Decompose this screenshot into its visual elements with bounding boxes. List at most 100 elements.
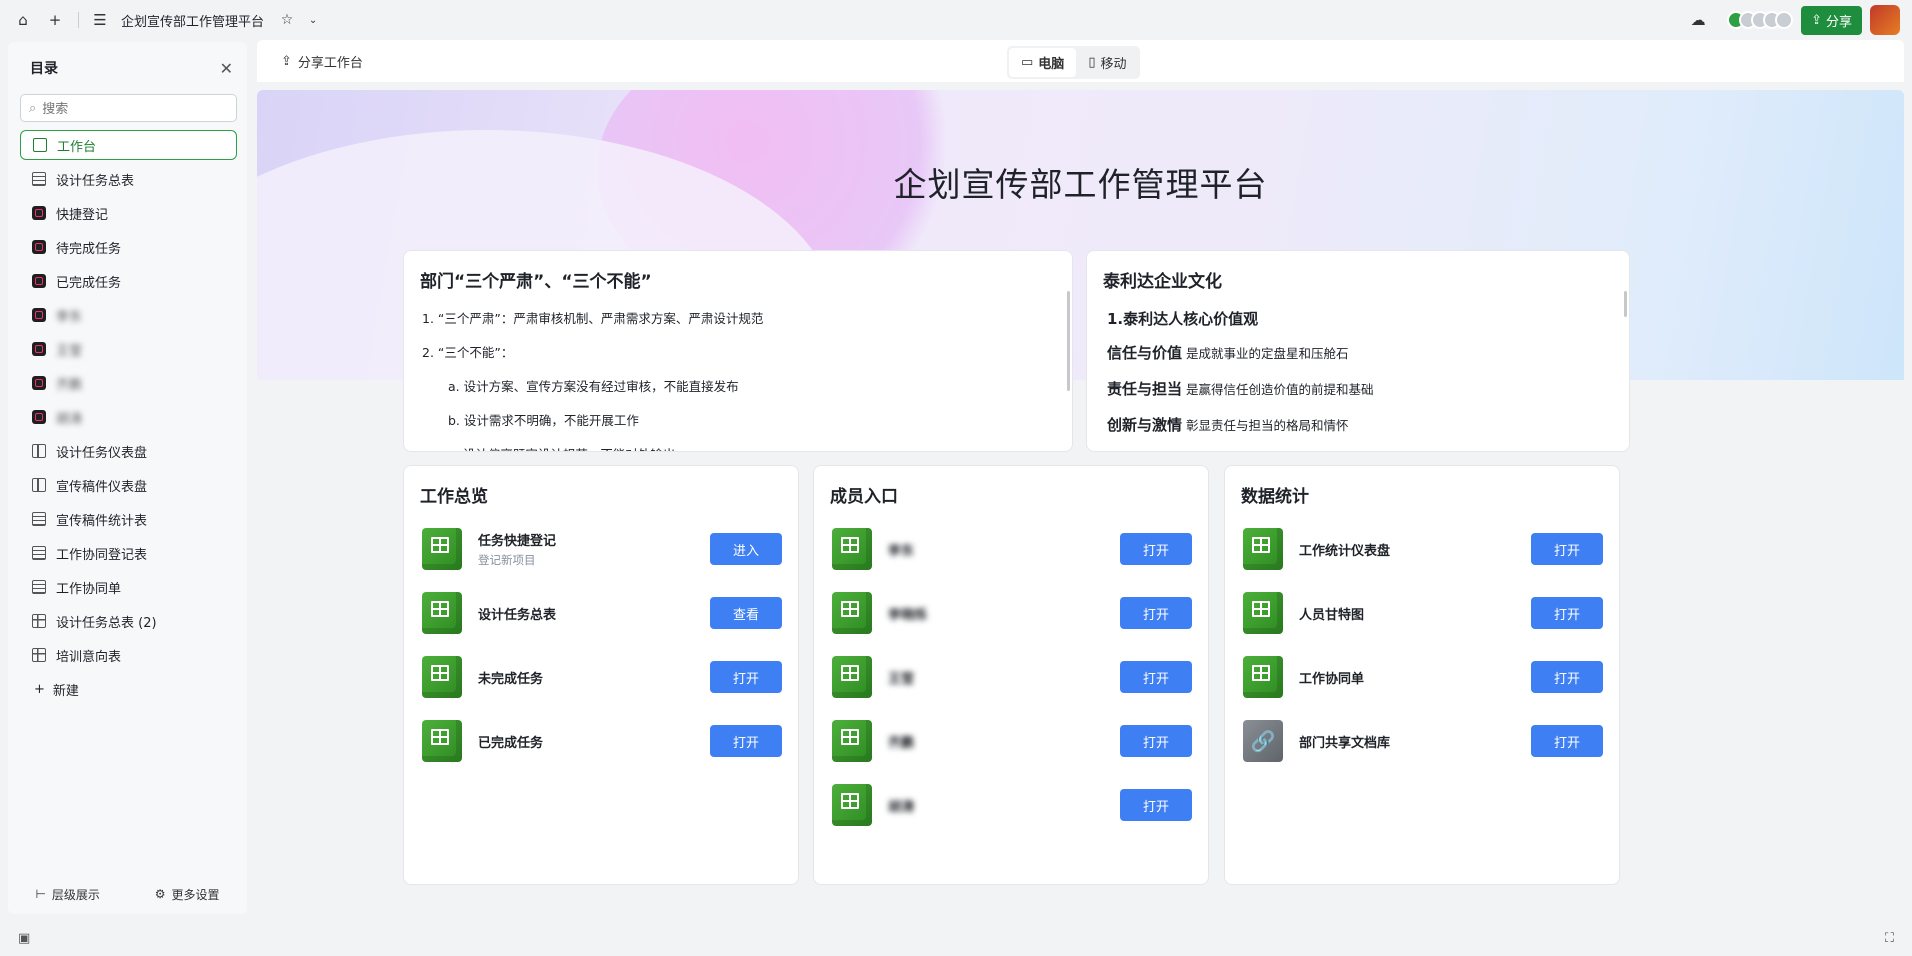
spreadsheet-icon: [832, 592, 872, 634]
entry-text: 李东: [888, 540, 1120, 559]
sidebar-item-label: 李东: [56, 309, 83, 325]
new-button[interactable]: + 新建: [8, 672, 247, 706]
user-avatar[interactable]: [1870, 5, 1900, 35]
open-button[interactable]: 打开: [1531, 725, 1603, 757]
form-icon: [32, 308, 46, 322]
open-button[interactable]: 打开: [1120, 533, 1192, 565]
open-button[interactable]: 打开: [1531, 661, 1603, 693]
spreadsheet-icon: [832, 656, 872, 698]
sidebar-item[interactable]: 齐鹏: [20, 366, 237, 400]
culture-body: 1.泰利达人核心价值观 信任与价值 是成就事业的定盘星和压舱石 责任与担当 是赢得信任…: [1087, 302, 1629, 451]
sidebar-item[interactable]: 快捷登记: [20, 196, 237, 230]
divider: [78, 12, 79, 28]
share-icon: ⇪: [281, 53, 292, 69]
open-button[interactable]: 打开: [1531, 597, 1603, 629]
open-button[interactable]: 打开: [1120, 661, 1192, 693]
spreadsheet-icon: [1243, 656, 1283, 698]
search-input[interactable]: [42, 100, 203, 116]
sidebar-item[interactable]: 李东: [20, 298, 237, 332]
open-button[interactable]: 打开: [1531, 533, 1603, 565]
mobile-view-button[interactable]: ▯ 移动: [1076, 48, 1138, 77]
search-box[interactable]: ⌕: [20, 94, 237, 122]
document-title[interactable]: 企划宣传部工作管理平台: [121, 11, 264, 30]
share-button[interactable]: ⇪ 分享: [1801, 5, 1862, 35]
fullscreen-icon[interactable]: ⛶: [1885, 931, 1894, 946]
sidebar-item[interactable]: 设计任务总表: [20, 162, 237, 196]
sidebar-item[interactable]: 设计任务总表 (2): [20, 604, 237, 638]
entry-row: 未完成任务 打开: [404, 645, 798, 709]
dashboard-icon: [32, 444, 46, 458]
home-icon[interactable]: ⌂: [12, 9, 34, 31]
sidebar-item[interactable]: 宣传稿件仪表盘: [20, 468, 237, 502]
hierarchy-button[interactable]: ⊢ 层级展示: [35, 886, 99, 903]
sidebar-title: 目录: [30, 61, 58, 77]
culture-key: 信任与价值: [1107, 344, 1183, 362]
sidebar: 目录 ✕ ⌕ 工作台设计任务总表快捷登记待完成任务已完成任务李东王莹齐鹏胡涛设计…: [8, 42, 247, 914]
close-icon[interactable]: ✕: [220, 59, 233, 78]
entry-label: 胡涛: [888, 799, 915, 815]
sheet-icon: [32, 172, 46, 186]
table-icon: [32, 614, 46, 628]
entry-row: 工作统计仪表盘 打开: [1225, 517, 1619, 581]
sidebar-item-label: 快捷登记: [56, 207, 109, 223]
entry-label: 设计任务总表: [478, 607, 557, 623]
cloud-icon[interactable]: ☁: [1687, 9, 1709, 31]
plus-icon[interactable]: +: [44, 9, 66, 31]
spreadsheet-icon: [1243, 528, 1283, 570]
notice-title: 部门“三个严肃”、“三个不能”: [420, 272, 652, 292]
sidebar-item[interactable]: 胡涛: [20, 400, 237, 434]
scrollbar[interactable]: [1067, 291, 1070, 391]
sidebar-item[interactable]: 已完成任务: [20, 264, 237, 298]
dashboard-icon: [32, 478, 46, 492]
entry-row: 🔗 部门共享文档库 打开: [1225, 709, 1619, 773]
entry-text: 已完成任务: [478, 732, 710, 751]
sidebar-item[interactable]: 宣传稿件统计表: [20, 502, 237, 536]
star-icon[interactable]: ☆: [276, 9, 298, 31]
entry-row: 李东 打开: [814, 517, 1208, 581]
sidebar-item[interactable]: 工作台: [20, 130, 237, 160]
table-icon: [32, 648, 46, 662]
members-title: 成员入口: [830, 487, 898, 507]
sidebar-item[interactable]: 王莹: [20, 332, 237, 366]
entry-label: 王莹: [888, 671, 915, 687]
notice-line: 2. “三个不能”：: [422, 345, 514, 360]
sidebar-item[interactable]: 工作协同登记表: [20, 536, 237, 570]
panel-toggle-icon[interactable]: ▣: [18, 931, 30, 946]
collaborator-avatars[interactable]: [1727, 11, 1794, 29]
notice-line: a. 设计方案、宣传方案没有经过审核，不能直接发布: [448, 379, 739, 394]
culture-value: 是赢得信任创造价值的前提和基础: [1186, 382, 1374, 397]
sidebar-item[interactable]: 待完成任务: [20, 230, 237, 264]
open-button[interactable]: 查看: [710, 597, 782, 629]
form-icon: [32, 410, 46, 424]
open-button[interactable]: 进入: [710, 533, 782, 565]
open-button[interactable]: 打开: [710, 661, 782, 693]
open-button[interactable]: 打开: [1120, 725, 1192, 757]
search-icon: ⌕: [29, 100, 37, 116]
entry-row: 李晓烁 打开: [814, 581, 1208, 645]
stats-title: 数据统计: [1241, 487, 1309, 507]
open-button[interactable]: 打开: [1120, 597, 1192, 629]
sidebar-item-label: 设计任务仪表盘: [56, 445, 148, 461]
sidebar-item[interactable]: 培训意向表: [20, 638, 237, 672]
entry-row: 设计任务总表 查看: [404, 581, 798, 645]
desktop-view-button[interactable]: ▭ 电脑: [1009, 48, 1077, 77]
link-icon: 🔗: [1243, 720, 1283, 762]
sidebar-item-label: 设计任务总表 (2): [56, 615, 157, 631]
entry-row: 胡涛 打开: [814, 773, 1208, 837]
tree-icon: ⊢: [35, 887, 46, 901]
sidebar-item[interactable]: 设计任务仪表盘: [20, 434, 237, 468]
chevron-down-icon[interactable]: ⌄: [302, 9, 324, 31]
open-button[interactable]: 打开: [710, 725, 782, 757]
menu-icon[interactable]: ☰: [89, 9, 111, 31]
entry-text: 胡涛: [888, 796, 1120, 815]
entry-row: 任务快捷登记 登记新项目 进入: [404, 517, 798, 581]
workspace-icon: [33, 138, 47, 152]
sidebar-item[interactable]: 工作协同单: [20, 570, 237, 604]
entry-label: 工作统计仪表盘: [1299, 543, 1391, 559]
more-settings-button[interactable]: ⚙ 更多设置: [155, 886, 220, 903]
scrollbar[interactable]: [1624, 291, 1627, 317]
page-title: 企划宣传部工作管理平台: [893, 165, 1268, 204]
culture-key: 责任与担当: [1107, 380, 1183, 398]
open-button[interactable]: 打开: [1120, 789, 1192, 821]
share-workspace-button[interactable]: ⇪ 分享工作台: [281, 52, 363, 71]
